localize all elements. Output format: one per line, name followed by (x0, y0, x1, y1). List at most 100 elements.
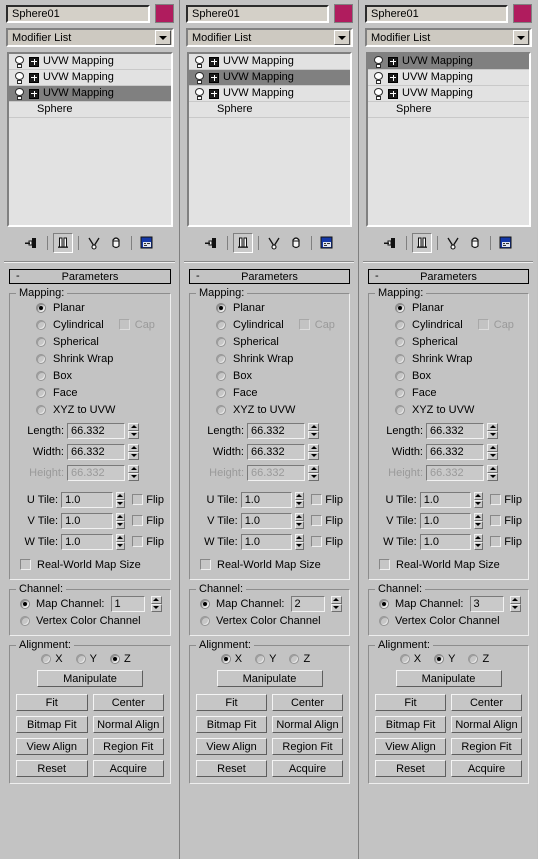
modifier-list-dropdown[interactable]: Modifier List (186, 28, 353, 47)
map-channel-input[interactable]: 3 (469, 595, 504, 612)
make-unique-icon[interactable] (443, 233, 463, 253)
align-button-reset[interactable]: Reset (196, 760, 267, 777)
mapping-radio-shrink-wrap[interactable] (395, 353, 405, 364)
align-button-region-fit[interactable]: Region Fit (272, 738, 343, 755)
dimension-spinner[interactable] (128, 422, 139, 439)
object-color-swatch[interactable] (334, 4, 353, 23)
mapping-radio-xyz-to-uvw[interactable] (395, 404, 405, 415)
mapping-radio-box[interactable] (395, 370, 405, 381)
expand-plus-icon[interactable] (209, 56, 219, 67)
make-unique-icon[interactable] (84, 233, 104, 253)
light-bulb-icon[interactable] (14, 71, 25, 84)
remove-modifier-icon[interactable] (286, 233, 306, 253)
flip-checkbox[interactable] (132, 494, 144, 505)
chevron-down-icon[interactable] (155, 30, 171, 45)
expand-plus-icon[interactable] (29, 72, 39, 83)
map-channel-spinner[interactable] (150, 595, 162, 612)
align-button-fit[interactable]: Fit (16, 694, 88, 711)
cap-checkbox[interactable] (118, 319, 130, 330)
mapping-radio-shrink-wrap[interactable] (36, 353, 46, 364)
dimension-input[interactable]: 66.332 (247, 464, 305, 481)
modifier-stack-list[interactable]: UVW Mapping UVW Mapping UVW Mapping Sphere (7, 52, 173, 227)
tile-input[interactable]: 1.0 (61, 512, 113, 529)
align-button-normal-align[interactable]: Normal Align (92, 716, 164, 733)
rollout-collapse-icon[interactable]: - (375, 271, 379, 282)
alignment-radio-z[interactable] (468, 653, 479, 664)
alignment-radio-y[interactable] (434, 653, 445, 664)
tile-input[interactable]: 1.0 (419, 533, 471, 550)
stack-item[interactable]: UVW Mapping (368, 86, 529, 102)
align-button-view-align[interactable]: View Align (196, 738, 267, 755)
vertex-color-channel-radio[interactable] (379, 615, 389, 626)
align-button-acquire[interactable]: Acquire (272, 760, 343, 777)
stack-item-base-object[interactable]: Sphere (189, 102, 350, 118)
tile-input[interactable]: 1.0 (61, 533, 113, 550)
modifier-list-dropdown[interactable]: Modifier List (365, 28, 532, 47)
align-button-region-fit[interactable]: Region Fit (451, 738, 522, 755)
rollout-collapse-icon[interactable]: - (16, 271, 20, 282)
dimension-spinner[interactable] (487, 422, 498, 439)
flip-checkbox[interactable] (311, 515, 323, 526)
align-button-fit[interactable]: Fit (196, 694, 267, 711)
align-button-view-align[interactable]: View Align (375, 738, 446, 755)
flip-checkbox[interactable] (490, 536, 502, 547)
dimension-spinner[interactable] (128, 443, 139, 460)
dimension-spinner[interactable] (308, 443, 319, 460)
dimension-input[interactable]: 66.332 (247, 422, 305, 439)
rollout-collapse-icon[interactable]: - (196, 271, 200, 282)
alignment-radio-x[interactable] (41, 653, 52, 664)
align-button-reset[interactable]: Reset (375, 760, 446, 777)
flip-checkbox[interactable] (311, 494, 323, 505)
align-button-region-fit[interactable]: Region Fit (92, 738, 164, 755)
alignment-radio-x[interactable] (220, 653, 231, 664)
parameters-rollout-header[interactable]: - Parameters (9, 269, 171, 284)
show-end-result-icon[interactable] (232, 233, 253, 253)
pin-stack-icon[interactable] (202, 233, 222, 253)
tile-spinner[interactable] (294, 512, 305, 529)
remove-modifier-icon[interactable] (106, 233, 126, 253)
tile-spinner[interactable] (473, 533, 484, 550)
flip-checkbox[interactable] (132, 515, 144, 526)
stack-item[interactable]: UVW Mapping (9, 54, 171, 70)
pin-stack-icon[interactable] (381, 233, 401, 253)
align-button-center[interactable]: Center (272, 694, 343, 711)
dimension-spinner[interactable] (308, 464, 319, 481)
show-end-result-icon[interactable] (411, 233, 432, 253)
expand-plus-icon[interactable] (388, 72, 398, 83)
map-channel-spinner[interactable] (509, 595, 521, 612)
light-bulb-icon[interactable] (14, 87, 25, 100)
mapping-radio-planar[interactable] (395, 302, 405, 313)
dimension-spinner[interactable] (128, 464, 139, 481)
tile-input[interactable]: 1.0 (240, 512, 292, 529)
configure-modifier-sets-icon[interactable] (317, 233, 337, 253)
expand-plus-icon[interactable] (29, 56, 39, 67)
light-bulb-icon[interactable] (194, 87, 205, 100)
map-channel-input[interactable]: 2 (290, 595, 325, 612)
align-button-bitmap-fit[interactable]: Bitmap Fit (196, 716, 267, 733)
flip-checkbox[interactable] (490, 494, 502, 505)
flip-checkbox[interactable] (132, 536, 144, 547)
alignment-radio-z[interactable] (109, 653, 120, 664)
flip-checkbox[interactable] (490, 515, 502, 526)
mapping-radio-planar[interactable] (216, 302, 226, 313)
dimension-spinner[interactable] (308, 422, 319, 439)
light-bulb-icon[interactable] (14, 55, 25, 68)
modifier-list-dropdown[interactable]: Modifier List (6, 28, 174, 47)
modifier-stack-list[interactable]: UVW Mapping UVW Mapping UVW Mapping Sphere (187, 52, 352, 227)
mapping-radio-spherical[interactable] (395, 336, 405, 347)
tile-input[interactable]: 1.0 (61, 491, 113, 508)
dimension-input[interactable]: 66.332 (426, 464, 484, 481)
stack-item-base-object[interactable]: Sphere (368, 102, 529, 118)
align-button-fit[interactable]: Fit (375, 694, 446, 711)
map-channel-spinner[interactable] (330, 595, 342, 612)
cap-checkbox[interactable] (298, 319, 310, 330)
align-button-center[interactable]: Center (451, 694, 522, 711)
expand-plus-icon[interactable] (388, 88, 398, 99)
tile-input[interactable]: 1.0 (419, 491, 471, 508)
flip-checkbox[interactable] (311, 536, 323, 547)
object-name-field[interactable]: Sphere01 (186, 4, 329, 23)
stack-item[interactable]: UVW Mapping (189, 86, 350, 102)
mapping-radio-box[interactable] (36, 370, 46, 381)
stack-item[interactable]: UVW Mapping (189, 70, 350, 86)
parameters-rollout-header[interactable]: - Parameters (189, 269, 350, 284)
